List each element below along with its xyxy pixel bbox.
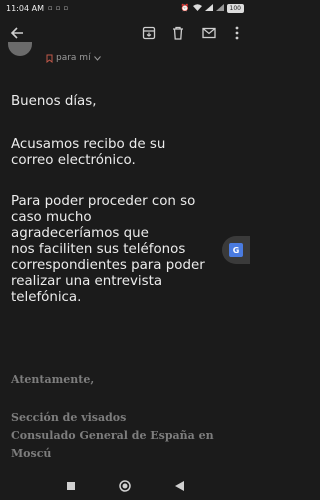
email-signature: Sección de visados Consulado General de …	[11, 411, 214, 460]
status-right: ⏰ 100	[180, 3, 244, 13]
recipient-details[interactable]: para mí	[46, 53, 101, 63]
notification-icon: ▫	[47, 4, 53, 12]
email-greeting: Buenos días,	[11, 94, 97, 109]
status-time: 11:04 AM	[6, 3, 44, 13]
home-icon[interactable]	[118, 480, 131, 492]
trash-icon[interactable]	[169, 24, 187, 42]
email-paragraph: Acusamos recibo de su correo electrónico…	[11, 137, 166, 168]
email-paragraph: Para poder proceder con so caso mucho ag…	[11, 194, 205, 305]
battery-icon: 100	[226, 3, 244, 13]
important-marker-icon	[46, 54, 53, 63]
alarm-icon: ⏰	[180, 4, 190, 12]
navigation-bar	[0, 472, 250, 500]
back-nav-icon[interactable]	[174, 481, 184, 491]
translate-icon: G	[229, 243, 248, 261]
signal-icon	[204, 3, 213, 13]
chevron-down-icon	[93, 55, 101, 61]
avatar[interactable]	[8, 42, 32, 56]
notification-icon: ▫	[63, 4, 69, 12]
more-vert-icon[interactable]	[228, 24, 246, 42]
notification-icons: ▫ ▫ ▫	[48, 4, 68, 12]
recipient-label: para mí	[56, 53, 91, 63]
status-bar: 11:04 AM ▫ ▫ ▫ ⏰ 100	[0, 0, 250, 16]
email-toolbar	[0, 18, 250, 48]
wifi-icon	[192, 3, 202, 13]
mail-icon[interactable]	[200, 24, 218, 42]
notification-icon: ▫	[55, 4, 61, 12]
archive-icon[interactable]	[140, 24, 158, 42]
recents-icon[interactable]	[66, 482, 75, 490]
translate-button[interactable]: G	[222, 236, 250, 264]
sender-row: para mí	[0, 42, 250, 68]
signal-icon	[215, 3, 224, 13]
email-closing: Atentamente,	[11, 373, 95, 386]
arrow-back-icon[interactable]	[8, 24, 26, 42]
